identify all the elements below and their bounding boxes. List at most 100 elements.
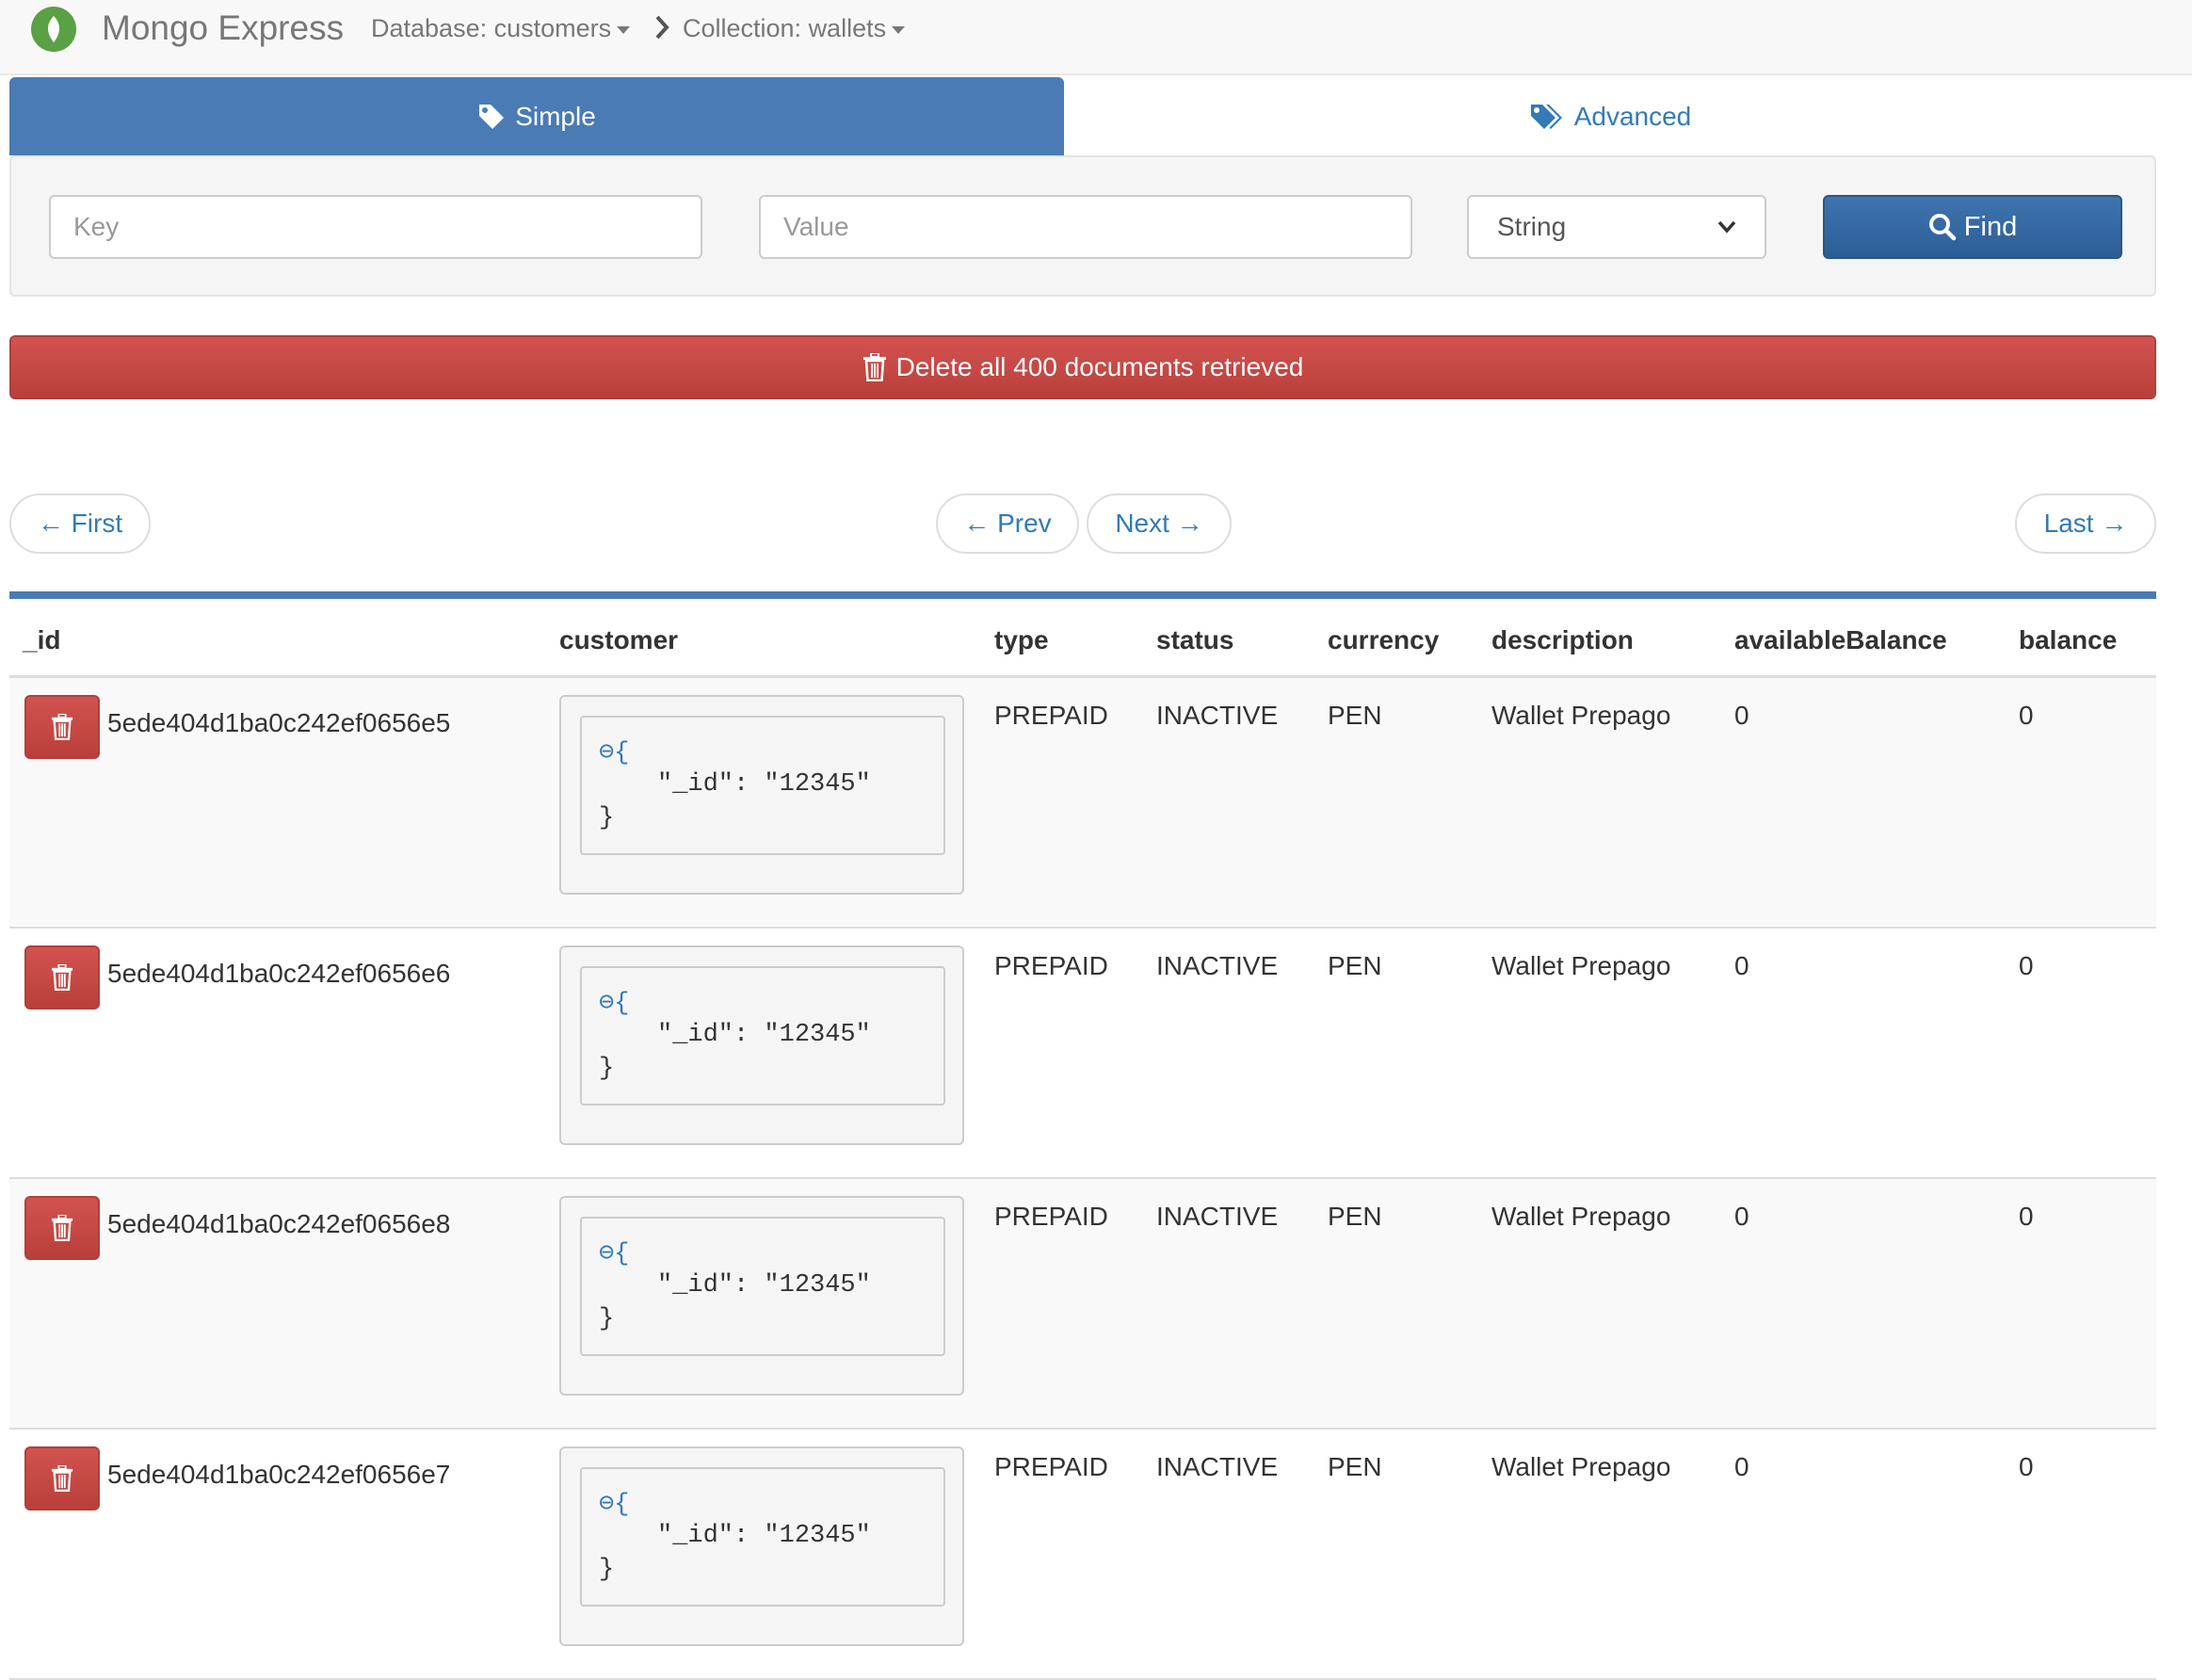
delete-all-label: Delete all 400 documents retrieved bbox=[895, 352, 1304, 381]
json-field: "_id": "12345" bbox=[657, 770, 871, 799]
delete-document-button[interactable] bbox=[24, 1446, 100, 1510]
tab-advanced[interactable]: Advanced bbox=[1064, 77, 2156, 155]
header-balance[interactable]: balance bbox=[2019, 625, 2117, 655]
header-available-balance[interactable]: availableBalance bbox=[1734, 625, 1947, 655]
json-field: "_id": "12345" bbox=[657, 1522, 871, 1550]
tag-icon bbox=[479, 104, 505, 129]
cell-type: PREPAID bbox=[994, 1452, 1108, 1481]
cell-available-balance: 0 bbox=[1734, 951, 1749, 980]
cell-status: INACTIVE bbox=[1156, 1202, 1279, 1231]
delete-all-button[interactable]: Delete all 400 documents retrieved bbox=[9, 335, 2156, 399]
document-id-link[interactable]: 5ede404d1ba0c242ef0656e8 bbox=[107, 1209, 450, 1239]
tags-icon bbox=[1530, 104, 1562, 129]
cell-balance: 0 bbox=[2019, 701, 2034, 730]
customer-json-block: ⊖{ "_id": "12345" } bbox=[580, 1217, 945, 1356]
table-header: _id customer type status currency descri… bbox=[9, 599, 2156, 678]
cell-description: Wallet Prepago bbox=[1491, 701, 1671, 730]
header-customer[interactable]: customer bbox=[559, 625, 678, 655]
value-input[interactable]: Value bbox=[759, 195, 1412, 259]
header-currency[interactable]: currency bbox=[1328, 625, 1439, 655]
json-close-brace: } bbox=[599, 804, 615, 832]
pager-last-button[interactable]: Last → bbox=[2015, 493, 2156, 554]
collection-dropdown[interactable]: Collection: wallets bbox=[683, 11, 906, 45]
json-collapse-toggle[interactable]: ⊖{ bbox=[599, 987, 629, 1018]
cell-currency: PEN bbox=[1328, 951, 1382, 980]
pager-prev-button[interactable]: ← Prev bbox=[936, 493, 1079, 554]
customer-json-viewer: ⊖{ "_id": "12345" } bbox=[559, 1446, 964, 1646]
customer-json-viewer: ⊖{ "_id": "12345" } bbox=[559, 945, 964, 1145]
json-collapse-toggle[interactable]: ⊖{ bbox=[599, 736, 629, 767]
key-input[interactable]: Key bbox=[49, 195, 702, 259]
header-id[interactable]: _id bbox=[23, 625, 60, 655]
customer-json-block: ⊖{ "_id": "12345" } bbox=[580, 1467, 945, 1607]
table-row[interactable]: 5ede404d1ba0c242ef0656e5 ⊖{ "_id": "1234… bbox=[9, 678, 2156, 929]
key-placeholder: Key bbox=[73, 212, 120, 241]
cell-type: PREPAID bbox=[994, 1202, 1108, 1231]
table-row[interactable]: 5ede404d1ba0c242ef0656e7 ⊖{ "_id": "1234… bbox=[9, 1430, 2156, 1680]
document-id-link[interactable]: 5ede404d1ba0c242ef0656e6 bbox=[107, 959, 450, 989]
cell-status: INACTIVE bbox=[1156, 701, 1279, 730]
table-row[interactable]: 5ede404d1ba0c242ef0656e6 ⊖{ "_id": "1234… bbox=[9, 929, 2156, 1179]
json-collapse-toggle[interactable]: ⊖{ bbox=[599, 1237, 629, 1268]
chevron-right-icon bbox=[654, 13, 671, 46]
documents-table: _id customer type status currency descri… bbox=[9, 591, 2156, 1680]
cell-available-balance: 0 bbox=[1734, 1202, 1749, 1231]
cell-status: INACTIVE bbox=[1156, 1452, 1279, 1481]
cell-description: Wallet Prepago bbox=[1491, 951, 1671, 980]
json-field: "_id": "12345" bbox=[657, 1021, 871, 1049]
find-button[interactable]: Find bbox=[1823, 195, 2122, 259]
leaf-icon[interactable] bbox=[31, 7, 76, 52]
header-description[interactable]: description bbox=[1491, 625, 1634, 655]
tab-advanced-label: Advanced bbox=[1573, 101, 1692, 131]
trash-icon bbox=[51, 1215, 73, 1241]
tab-simple[interactable]: Simple bbox=[9, 77, 1064, 155]
cell-description: Wallet Prepago bbox=[1491, 1452, 1671, 1481]
search-icon bbox=[1928, 214, 1957, 241]
json-close-brace: } bbox=[599, 1305, 615, 1333]
delete-document-button[interactable] bbox=[24, 945, 100, 1010]
cell-type: PREPAID bbox=[994, 701, 1108, 730]
cell-currency: PEN bbox=[1328, 701, 1382, 730]
cell-status: INACTIVE bbox=[1156, 951, 1279, 980]
json-field: "_id": "12345" bbox=[657, 1271, 871, 1300]
database-label: Database: customers bbox=[371, 14, 612, 42]
pager-first-button[interactable]: ← First bbox=[9, 493, 151, 554]
cell-available-balance: 0 bbox=[1734, 701, 1749, 730]
document-id-link[interactable]: 5ede404d1ba0c242ef0656e7 bbox=[107, 1460, 450, 1490]
json-close-brace: } bbox=[599, 1556, 615, 1584]
value-placeholder: Value bbox=[783, 212, 849, 241]
delete-document-button[interactable] bbox=[24, 695, 100, 759]
header-type[interactable]: type bbox=[994, 625, 1049, 655]
pager-next-button[interactable]: Next → bbox=[1087, 493, 1232, 554]
delete-document-button[interactable] bbox=[24, 1196, 100, 1260]
type-select[interactable]: String bbox=[1467, 195, 1766, 259]
cell-currency: PEN bbox=[1328, 1452, 1382, 1481]
type-select-value: String bbox=[1497, 212, 1567, 241]
tab-simple-label: Simple bbox=[515, 101, 596, 131]
table-row[interactable]: 5ede404d1ba0c242ef0656e8 ⊖{ "_id": "1234… bbox=[9, 1179, 2156, 1430]
trash-icon bbox=[862, 353, 886, 381]
cell-type: PREPAID bbox=[994, 951, 1108, 980]
customer-json-viewer: ⊖{ "_id": "12345" } bbox=[559, 695, 964, 895]
brand-title[interactable]: Mongo Express bbox=[102, 6, 344, 51]
trash-icon bbox=[51, 714, 73, 740]
cell-balance: 0 bbox=[2019, 1452, 2034, 1481]
customer-json-block: ⊖{ "_id": "12345" } bbox=[580, 716, 945, 855]
find-label: Find bbox=[1963, 211, 2018, 242]
cell-available-balance: 0 bbox=[1734, 1452, 1749, 1481]
json-close-brace: } bbox=[599, 1055, 615, 1083]
database-dropdown[interactable]: Database: customers bbox=[371, 11, 631, 45]
chevron-down-icon bbox=[1717, 220, 1736, 234]
cell-balance: 0 bbox=[2019, 951, 2034, 980]
simple-search-panel: Key Value String Find bbox=[9, 155, 2156, 297]
trash-icon bbox=[51, 1465, 73, 1492]
json-collapse-toggle[interactable]: ⊖{ bbox=[599, 1488, 629, 1519]
caret-down-icon bbox=[617, 25, 631, 34]
trash-icon bbox=[51, 964, 73, 991]
cell-description: Wallet Prepago bbox=[1491, 1202, 1671, 1231]
cell-currency: PEN bbox=[1328, 1202, 1382, 1231]
header-status[interactable]: status bbox=[1156, 625, 1233, 655]
document-id-link[interactable]: 5ede404d1ba0c242ef0656e5 bbox=[107, 708, 450, 738]
customer-json-block: ⊖{ "_id": "12345" } bbox=[580, 966, 945, 1106]
navbar: Mongo Express Database: customers Collec… bbox=[0, 0, 2192, 75]
